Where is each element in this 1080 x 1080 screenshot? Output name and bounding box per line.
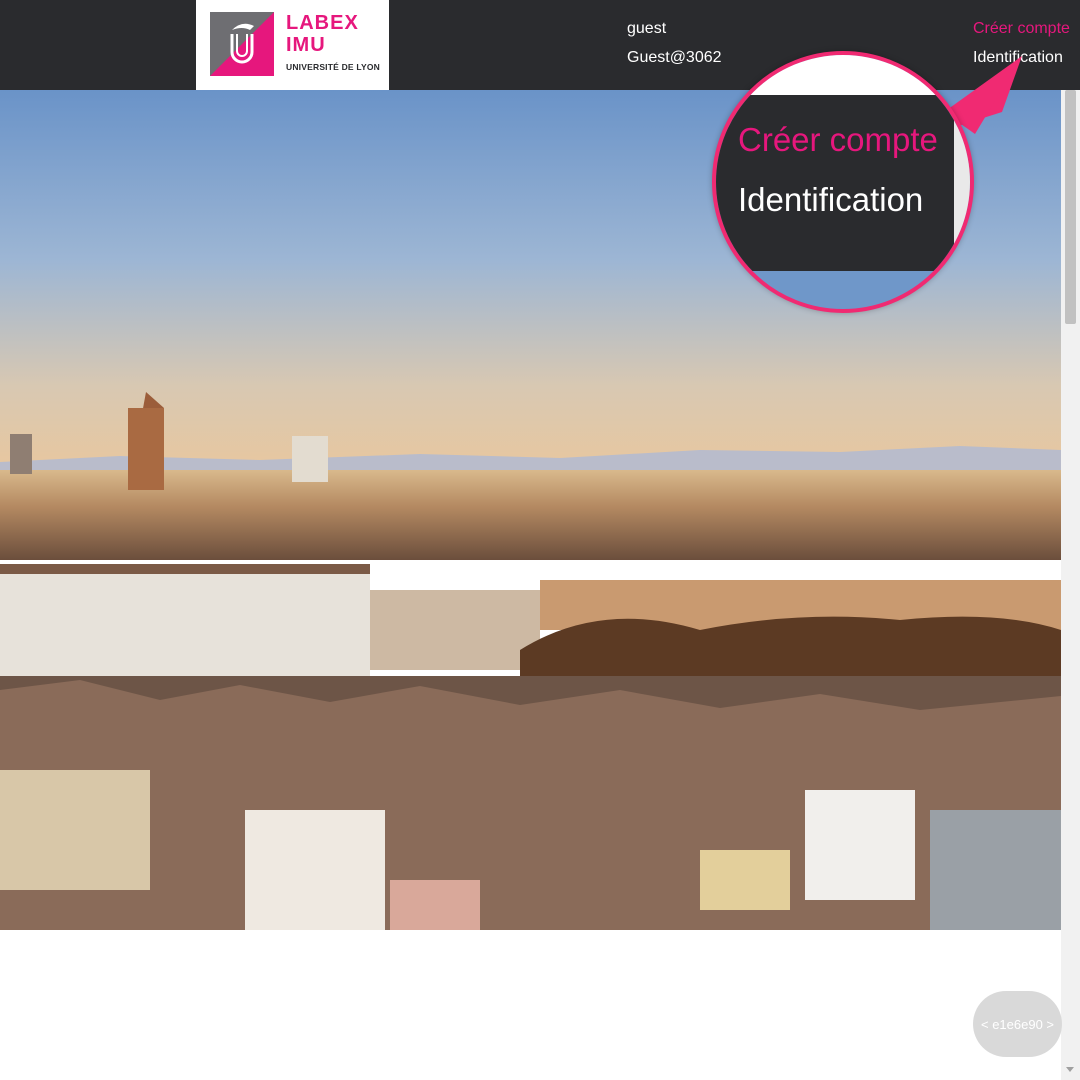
color-pager-pill[interactable]: < e1e6e90 >	[973, 991, 1062, 1057]
labex-imu-logo[interactable]: LABEX IMU UNIVERSITÉ DE LYON	[196, 0, 389, 90]
scrollbar-thumb[interactable]	[1065, 90, 1076, 324]
logo-emblem-icon	[210, 12, 274, 76]
logo-line-2: IMU	[286, 34, 326, 56]
login-link[interactable]: Identification	[973, 49, 1063, 67]
page: LABEX IMU UNIVERSITÉ DE LYON guest Guest…	[0, 0, 1080, 1080]
logo-subtitle: UNIVERSITÉ DE LYON	[286, 62, 380, 72]
create-account-link[interactable]: Créer compte	[973, 20, 1070, 38]
vertical-scrollbar[interactable]	[1061, 90, 1080, 1080]
logo-text: LABEX IMU	[286, 12, 359, 56]
zoom-callout-white-band	[716, 55, 970, 95]
zoom-callout: Créer compte Identification	[712, 51, 974, 313]
logo-line-1: LABEX	[286, 12, 359, 34]
zoom-create-account-label: Créer compte	[738, 121, 938, 158]
zoom-login-label: Identification	[738, 181, 924, 218]
user-id: Guest@3062	[627, 49, 722, 66]
user-name: guest	[627, 20, 667, 37]
scroll-down-arrow-icon[interactable]	[1066, 1067, 1074, 1072]
